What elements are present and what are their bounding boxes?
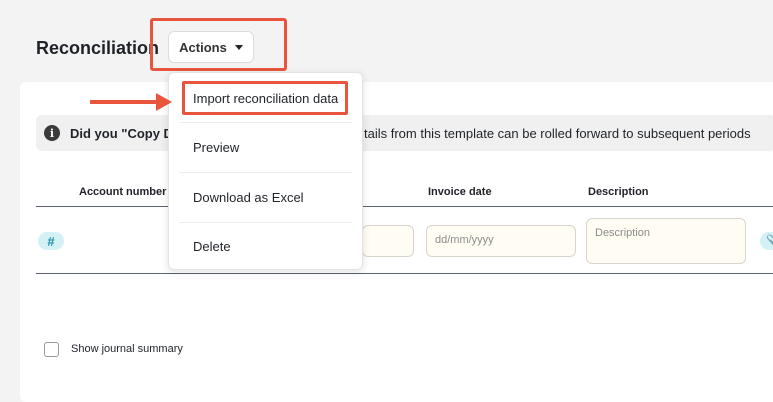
actions-label: Actions <box>179 39 227 55</box>
menu-item-preview[interactable]: Preview <box>169 122 362 172</box>
invoice-date-input[interactable]: dd/mm/yyyy <box>426 225 576 257</box>
hash-badge: # <box>38 232 64 250</box>
menu-item-delete[interactable]: Delete <box>169 221 362 271</box>
annotation-arrow-icon <box>156 93 172 111</box>
show-journal-summary-label: Show journal summary <box>71 343 183 355</box>
table-header-divider <box>36 206 773 207</box>
caret-down-icon <box>234 44 243 50</box>
menu-item-import-reconciliation-data[interactable]: Import reconciliation data <box>169 73 362 123</box>
info-icon: i <box>44 125 60 141</box>
actions-button[interactable]: Actions <box>168 31 254 63</box>
show-journal-summary-checkbox[interactable] <box>44 342 59 357</box>
description-textarea[interactable]: Description <box>586 218 746 264</box>
info-banner-text: tails from this template can be rolled f… <box>364 125 751 141</box>
column-header-description: Description <box>588 186 649 198</box>
actions-dropdown-menu: Import reconciliation data Preview Downl… <box>168 72 363 270</box>
column-header-invoice-date: Invoice date <box>428 186 492 198</box>
info-banner-bold-text: Did you "Copy D <box>70 125 173 141</box>
info-banner: i Did you "Copy D tails from this templa… <box>36 115 773 151</box>
column-header-account-number: Account number <box>79 186 167 198</box>
menu-item-download-excel[interactable]: Download as Excel <box>169 172 362 222</box>
paperclip-icon[interactable]: 📎 <box>760 232 773 250</box>
annotation-arrow-shaft <box>90 100 160 104</box>
page-title: Reconciliation <box>36 38 160 58</box>
table-row-divider <box>36 273 773 274</box>
amount-field[interactable] <box>362 225 414 257</box>
